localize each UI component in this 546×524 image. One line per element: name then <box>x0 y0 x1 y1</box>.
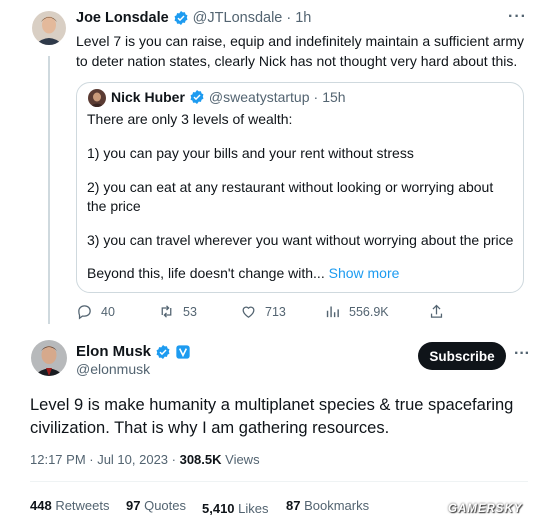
author-handle[interactable]: @elonmusk <box>76 361 150 377</box>
thread-connector-line <box>48 56 50 324</box>
share-icon <box>430 304 443 318</box>
reply-button[interactable]: 40 <box>76 303 115 320</box>
quote-line-last: Beyond this, life doesn't change with...… <box>87 264 515 283</box>
quotes-label: Quotes <box>140 498 186 513</box>
verified-badge-icon <box>174 11 188 25</box>
nick-huber-avatar <box>88 89 106 107</box>
views-label: Views <box>221 452 260 467</box>
quoted-tweet-card[interactable]: Nick Huber @sweatystartup · 15h There ar… <box>76 82 524 293</box>
verified-badge-icon <box>190 90 204 104</box>
tweet2-header: Elon Musk <box>76 343 191 360</box>
quotes-stat[interactable]: 97 Quotes <box>126 498 186 513</box>
subscribe-button[interactable]: Subscribe <box>418 342 506 370</box>
tweet-timestamp[interactable]: 12:17 PM · Jul 10, 2023 · <box>30 452 180 467</box>
bookmarks-stat[interactable]: 87 Bookmarks <box>286 498 369 513</box>
views-count: 308.5K <box>179 452 222 467</box>
quote-truncated-text: Beyond this, life doesn't change with... <box>87 265 325 281</box>
bookmarks-label: Bookmarks <box>300 498 370 513</box>
reply-count: 40 <box>101 304 115 319</box>
quote-author-name: Nick Huber <box>111 89 185 105</box>
elon-musk-avatar[interactable] <box>31 340 67 376</box>
retweets-count: 448 <box>30 498 52 513</box>
separator-dot: · <box>286 10 292 26</box>
quote-line: 2) you can eat at any restaurant without… <box>87 179 494 214</box>
reply-icon <box>78 305 91 320</box>
like-button[interactable]: 713 <box>240 303 286 320</box>
more-options-icon[interactable]: ··· <box>514 345 530 363</box>
show-more-link[interactable]: Show more <box>329 265 400 281</box>
bookmarks-count: 87 <box>286 498 301 513</box>
quote-line: 3) you can travel wherever you want with… <box>87 232 514 248</box>
author-name[interactable]: Joe Lonsdale <box>76 10 169 26</box>
quote-author-handle: @sweatystartup <box>208 89 310 105</box>
author-name[interactable]: Elon Musk <box>76 343 151 360</box>
like-count: 713 <box>265 304 286 319</box>
more-options-icon[interactable]: ··· <box>508 8 527 26</box>
quote-time: 15h <box>322 89 346 105</box>
retweet-button[interactable]: 53 <box>158 303 197 320</box>
views-count: 556.9K <box>349 304 389 319</box>
quote-header: Nick Huber @sweatystartup · 15h <box>111 89 346 105</box>
tweet-time[interactable]: 1h <box>295 10 311 26</box>
views-button[interactable]: 556.9K <box>324 303 389 320</box>
tweet1-text: Level 7 is you can raise, equip and inde… <box>76 33 524 69</box>
retweets-label: Retweets <box>51 498 110 513</box>
likes-count: 5,410 <box>202 501 235 516</box>
gamersky-watermark: GAMERSKY <box>448 503 523 515</box>
heart-icon <box>242 306 255 318</box>
analytics-icon <box>326 306 339 318</box>
retweet-count: 53 <box>183 304 197 319</box>
quotes-count: 97 <box>126 498 141 513</box>
verified-badge-icon <box>156 344 170 359</box>
tweet1-header: Joe Lonsdale @JTLonsdale · 1h <box>76 10 311 26</box>
likes-label: Likes <box>234 501 269 516</box>
affiliate-badge-icon <box>176 344 190 359</box>
tweet2-text: Level 9 is make humanity a multiplanet s… <box>30 396 514 437</box>
share-button[interactable] <box>428 303 445 320</box>
tweet1-action-bar: 40 53 713 556.9K <box>76 303 456 323</box>
likes-stat[interactable]: 5,410 Likes <box>202 501 269 516</box>
joe-lonsdale-avatar[interactable] <box>32 11 66 45</box>
author-handle[interactable]: @JTLonsdale <box>193 10 283 26</box>
quote-line: 1) you can pay your bills and your rent … <box>87 145 414 161</box>
quote-line: There are only 3 levels of wealth: <box>87 111 293 127</box>
tweet-meta: 12:17 PM · Jul 10, 2023 · 308.5K Views <box>30 452 260 467</box>
divider <box>30 481 528 482</box>
retweets-stat[interactable]: 448 Retweets <box>30 498 110 513</box>
retweet-icon <box>161 305 172 318</box>
separator-dot: · <box>313 89 319 105</box>
